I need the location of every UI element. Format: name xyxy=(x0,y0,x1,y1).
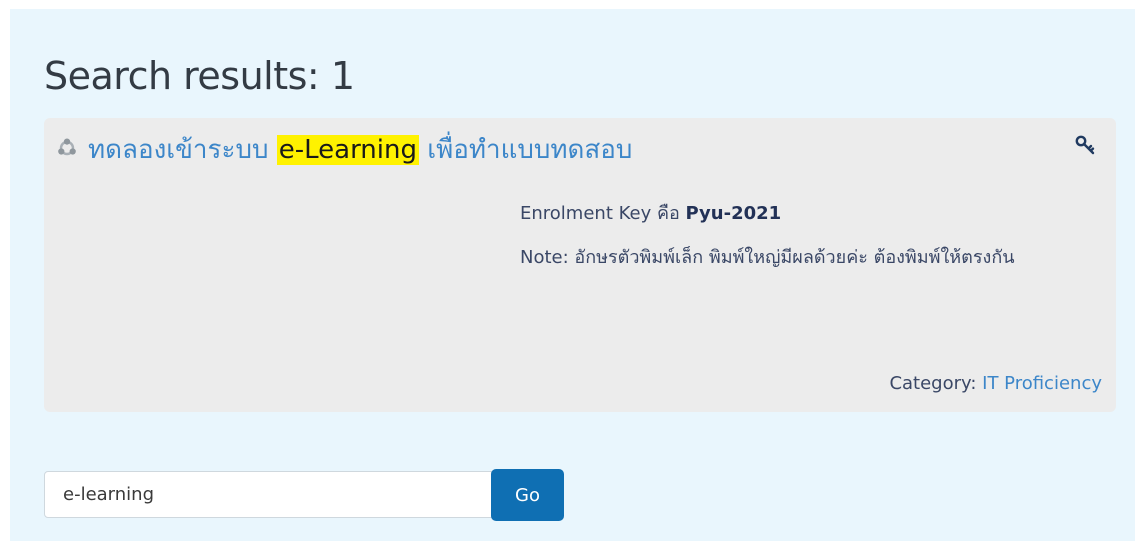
search-input[interactable] xyxy=(44,471,492,518)
course-title-link[interactable]: ทดลองเข้าระบบ e-Learning เพื่อทำแบบทดสอบ xyxy=(88,130,632,170)
enrolment-key-label: Enrolment Key คือ xyxy=(520,203,686,224)
course-title-prefix: ทดลองเข้าระบบ xyxy=(88,135,277,165)
search-term-highlight: e-Learning xyxy=(276,135,419,165)
category-label: Category: xyxy=(889,373,983,394)
key-icon[interactable] xyxy=(1074,134,1096,156)
course-icon xyxy=(56,137,78,159)
course-note: Note: อักษรตัวพิมพ์เล็ก พิมพ์ใหญ่มีผลด้ว… xyxy=(520,247,1015,268)
course-result-card: ทดลองเข้าระบบ e-Learning เพื่อทำแบบทดสอบ… xyxy=(44,118,1116,412)
course-summary: Enrolment Key คือ Pyu-2021 Note: อักษรตั… xyxy=(520,200,1100,272)
course-title-suffix: เพื่อทำแบบทดสอบ xyxy=(419,135,633,165)
category-link[interactable]: IT Proficiency xyxy=(982,373,1102,394)
go-button[interactable]: Go xyxy=(491,469,564,521)
enrolment-key-text: Enrolment Key คือ Pyu-2021 xyxy=(520,200,1100,228)
course-category: Category: IT Proficiency xyxy=(889,370,1102,398)
search-results-heading: Search results: 1 xyxy=(44,54,355,98)
enrolment-key-value: Pyu-2021 xyxy=(685,203,782,224)
